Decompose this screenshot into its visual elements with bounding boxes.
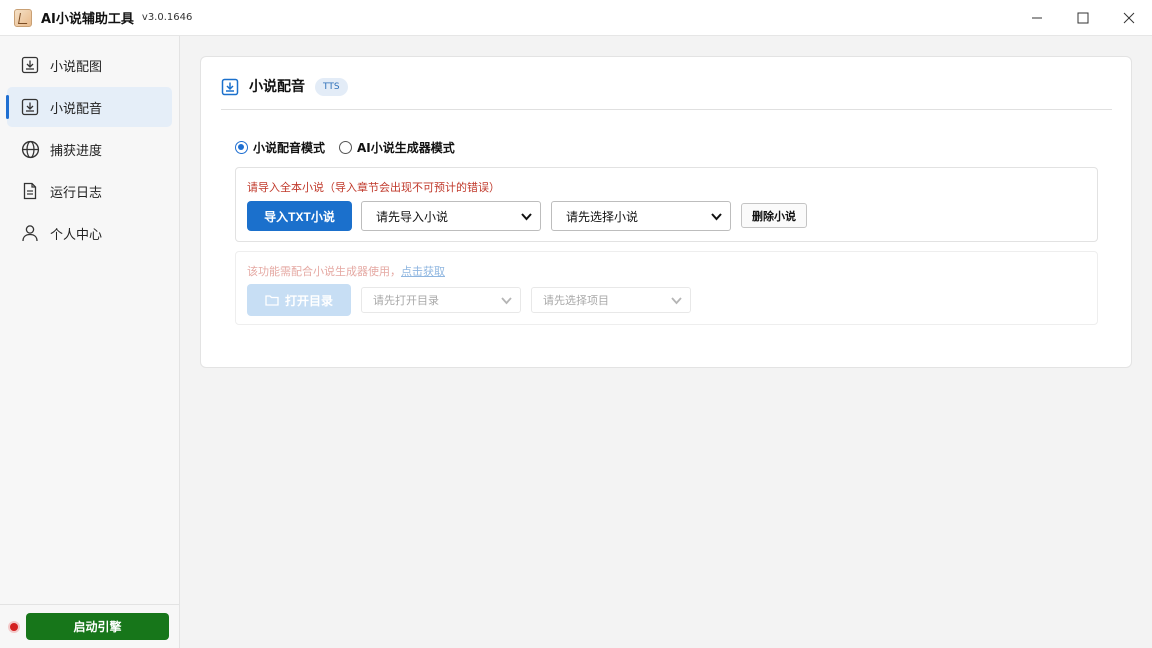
import-novel-panel: 请导入全本小说（导入章节会出现不可预计的错误） 导入TXT小说 请先导入小说 请… (235, 167, 1098, 242)
tts-badge: TTS (315, 78, 348, 96)
sidebar-item-profile[interactable]: 个人中心 (7, 213, 172, 253)
sidebar-item-capture-progress[interactable]: 捕获进度 (7, 129, 172, 169)
radio-checked-icon[interactable] (235, 141, 248, 154)
chevron-down-icon (521, 213, 532, 221)
window-controls (1014, 0, 1152, 36)
sidebar-item-novel-images[interactable]: 小说配图 (7, 45, 172, 85)
start-engine-button[interactable]: 启动引擎 (26, 613, 169, 640)
radio-unchecked-icon[interactable] (339, 141, 353, 154)
open-directory-button[interactable]: 打开目录 (247, 284, 351, 316)
novel-dubbing-card: 小说配音 TTS 小说配音模式 AI小说生成器模式 请导入全本小说（导入章节会出… (200, 56, 1132, 368)
maximize-button[interactable] (1060, 0, 1106, 36)
download-box-icon (20, 97, 40, 117)
title-bar: AI小说辅助工具 v3.0.1646 (0, 0, 1152, 36)
engine-status-indicator (10, 622, 18, 631)
chapter-select-value: 请先选择小说 (566, 209, 639, 224)
sidebar: 小说配图 小说配音 捕获进度 运行日志 个人中心 启动引擎 (0, 36, 180, 648)
generator-hint: 该功能需配合小说生成器使用，点击获取 (247, 263, 445, 279)
get-generator-link[interactable]: 点击获取 (401, 265, 445, 278)
radio-generator-mode[interactable]: AI小说生成器模式 (339, 139, 455, 156)
folder-icon (265, 295, 279, 306)
radio-dubbing-mode[interactable]: 小说配音模式 (235, 139, 325, 156)
download-box-icon (221, 78, 239, 96)
open-directory-label: 打开目录 (284, 293, 333, 308)
generator-panel: 该功能需配合小说生成器使用，点击获取 打开目录 请先打开目录 请先选择项目 (235, 251, 1098, 325)
document-icon (20, 181, 40, 201)
minimize-icon (1032, 17, 1042, 19)
app-title: AI小说辅助工具 (41, 12, 134, 27)
sidebar-footer: 启动引擎 (0, 604, 179, 648)
globe-icon (20, 139, 40, 159)
person-icon (20, 223, 40, 243)
minimize-button[interactable] (1014, 0, 1060, 36)
chevron-down-icon (711, 213, 722, 221)
directory-select-value: 请先打开目录 (373, 294, 439, 307)
chevron-down-icon (671, 297, 682, 305)
card-header: 小说配音 TTS (221, 77, 1112, 110)
sidebar-item-novel-dubbing[interactable]: 小说配音 (6, 87, 172, 127)
generator-hint-text: 该功能需配合小说生成器使用， (247, 265, 401, 278)
chapter-select[interactable]: 请先选择小说 (551, 201, 731, 231)
sidebar-item-label: 小说配图 (50, 59, 103, 75)
delete-novel-button[interactable]: 删除小说 (741, 203, 807, 228)
chevron-down-icon (501, 297, 512, 305)
maximize-icon (1077, 12, 1089, 24)
sidebar-item-label: 小说配音 (50, 101, 103, 117)
novel-select-value: 请先导入小说 (376, 209, 449, 224)
download-box-icon (20, 55, 40, 75)
app-version: v3.0.1646 (141, 12, 193, 23)
sidebar-item-run-log[interactable]: 运行日志 (7, 171, 172, 211)
novel-select[interactable]: 请先导入小说 (361, 201, 541, 231)
sidebar-item-label: 运行日志 (50, 185, 103, 201)
mode-selector: 小说配音模式 AI小说生成器模式 (235, 139, 469, 156)
page-title: 小说配音 (249, 79, 305, 95)
radio-label: 小说配音模式 (253, 141, 326, 155)
import-txt-button[interactable]: 导入TXT小说 (247, 201, 352, 231)
radio-label: AI小说生成器模式 (357, 141, 455, 155)
project-select-value: 请先选择项目 (543, 294, 609, 307)
sidebar-item-label: 个人中心 (50, 227, 103, 243)
app-logo-icon (14, 8, 32, 27)
sidebar-item-label: 捕获进度 (50, 143, 103, 159)
project-select[interactable]: 请先选择项目 (531, 287, 691, 313)
directory-select[interactable]: 请先打开目录 (361, 287, 521, 313)
close-button[interactable] (1106, 0, 1152, 36)
close-icon (1123, 12, 1135, 24)
import-warning: 请导入全本小说（导入章节会出现不可预计的错误） (247, 181, 500, 194)
